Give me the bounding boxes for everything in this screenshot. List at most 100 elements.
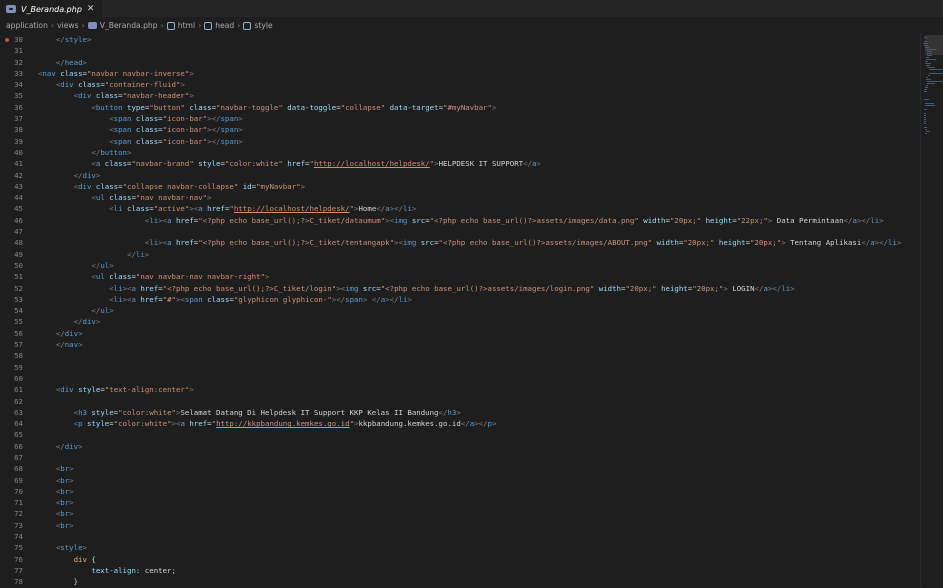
code-token: span — [113, 125, 132, 135]
code-line[interactable]: 73 <br> — [0, 520, 921, 531]
code-token: href — [207, 204, 225, 214]
code-line[interactable]: 65 — [0, 429, 921, 440]
code-line[interactable]: 56 </div> — [0, 328, 921, 339]
code-line[interactable]: 41 <a class="navbar-brand" style="color:… — [0, 158, 921, 169]
minimap-line — [924, 117, 927, 118]
code-line[interactable]: 44 <ul class="nav navbar-nav"> — [0, 192, 921, 203]
code-line[interactable]: 76 div { — [0, 554, 921, 565]
code-token: "navbar-toggle" — [216, 102, 283, 112]
code-line[interactable]: 57 </nav> — [0, 339, 921, 350]
code-token: data-target — [389, 102, 439, 112]
code-line[interactable]: 78 } — [0, 576, 921, 587]
code-line[interactable]: 36 <button type="button" class="navbar-t… — [0, 102, 921, 113]
code-line[interactable]: 40 </button> — [0, 147, 921, 158]
code-line[interactable]: 70 <br> — [0, 486, 921, 497]
breadcrumb-item-head[interactable]: head — [215, 21, 234, 30]
code-line[interactable]: 61 <div style="text-align:center"> — [0, 384, 921, 395]
code-token: class — [109, 272, 132, 282]
code-token: button — [95, 102, 123, 112]
line-number: 52 — [14, 283, 23, 293]
minimap-line — [924, 99, 929, 100]
code-token: >< — [158, 238, 168, 248]
code-line[interactable]: 59 — [0, 362, 921, 373]
minimap-line — [926, 79, 932, 80]
minimap-line — [925, 129, 928, 130]
code-token: >< — [158, 215, 168, 225]
code-token: src — [420, 238, 435, 248]
code-line[interactable]: 35 <div class="navbar-header"> — [0, 90, 921, 101]
minimap-line — [926, 85, 929, 86]
minimap-line — [924, 123, 927, 124]
tab-bar: V_Beranda.php ✕ — [0, 0, 943, 18]
breadcrumb-item-views[interactable]: views — [57, 21, 78, 30]
code-line[interactable]: 32 </head> — [0, 57, 921, 68]
code-line[interactable]: 37 <span class="icon-bar"></span> — [0, 113, 921, 124]
code-token: "20px;" — [750, 238, 782, 248]
code-line[interactable]: 50 </ul> — [0, 260, 921, 271]
breadcrumb-item-application[interactable]: application — [6, 21, 48, 30]
code-line[interactable]: 43 <div class="collapse navbar-collapse"… — [0, 181, 921, 192]
code-token: class — [95, 91, 119, 101]
line-code: text-align: center; — [38, 565, 921, 576]
code-line[interactable]: 67 — [0, 452, 921, 463]
code-line[interactable]: 49 </li> — [0, 249, 921, 260]
code-token: > — [144, 249, 150, 259]
code-token: { — [86, 554, 96, 564]
code-token: > — [82, 543, 87, 553]
code-token: > — [109, 306, 114, 316]
code-line[interactable]: 48 <li><a href="<?php echo base_url();?>… — [0, 237, 921, 248]
code-line[interactable]: 45 <li class="active"><a href="http://lo… — [0, 203, 921, 214]
code-token: div — [82, 317, 96, 327]
code-line[interactable]: 51 <ul class="nav navbar-nav navbar-righ… — [0, 271, 921, 282]
code-line[interactable]: 52 <li><a href="<?php echo base_url();?>… — [0, 283, 921, 294]
code-line[interactable]: 72 <br> — [0, 508, 921, 519]
html-tag-icon — [243, 21, 252, 30]
code-line[interactable]: 75 <style> — [0, 542, 921, 553]
code-line[interactable]: 54 </ul> — [0, 305, 921, 316]
code-line[interactable]: 39 <span class="icon-bar"></span> — [0, 136, 921, 147]
code-line[interactable]: 30 </style> — [0, 34, 921, 45]
code-line[interactable]: 64 <p style="color:white"><a href="http:… — [0, 418, 921, 429]
code-line[interactable]: 69 <br> — [0, 475, 921, 486]
breadcrumb-item-style[interactable]: style — [254, 21, 272, 30]
code-line[interactable]: 71 <br> — [0, 497, 921, 508]
code-editor[interactable]: 30 </style> 31 32 </head> 33 <nav class="nav… — [0, 33, 943, 586]
code-line[interactable]: 66 </div> — [0, 441, 921, 452]
code-token: h3 — [78, 407, 87, 417]
code-line[interactable]: 33 <nav class="navbar navbar-inverse"> — [0, 68, 921, 79]
minimap-line — [929, 73, 943, 74]
code-line[interactable]: 74 — [0, 531, 921, 542]
code-line[interactable]: 38 <span class="icon-bar"></span> — [0, 124, 921, 135]
code-token: text-align — [91, 565, 136, 575]
code-line[interactable]: 46 <li><a href="<?php echo base_url();?>… — [0, 215, 921, 226]
code-token: "color:white" — [224, 159, 283, 169]
breadcrumb-item-html[interactable]: html — [178, 21, 195, 30]
code-line[interactable]: 68 <br> — [0, 463, 921, 474]
close-icon[interactable]: ✕ — [87, 4, 95, 14]
code-token: "navbar-header" — [122, 91, 190, 101]
chevron-right-icon: › — [237, 21, 241, 30]
code-line[interactable]: 34 <div class="container-fluid"> — [0, 79, 921, 90]
line-code: <li><a href="<?php echo base_url();?>C_t… — [38, 237, 921, 248]
code-token: ></ — [767, 283, 782, 293]
breadcrumb-item-file[interactable]: V_Beranda.php — [100, 21, 158, 30]
tab-v-beranda[interactable]: V_Beranda.php ✕ — [0, 0, 103, 17]
code-line[interactable]: 77 text-align: center; — [0, 565, 921, 576]
minimap[interactable] — [920, 33, 943, 586]
code-token: > — [491, 419, 497, 429]
code-token: ul — [95, 193, 105, 203]
code-line[interactable]: 60 — [0, 373, 921, 384]
code-line[interactable]: 47 — [0, 226, 921, 237]
line-code: </div> — [38, 170, 921, 181]
code-lines[interactable]: 30 </style> 31 32 </head> 33 <nav class="nav… — [0, 34, 921, 588]
code-line[interactable]: 55 </div> — [0, 316, 921, 327]
code-line[interactable]: 63 <h3 style="color:white">Selamat Datan… — [0, 407, 921, 418]
code-line[interactable]: 53 <li><a href="#"><span class="glyphico… — [0, 294, 921, 305]
code-line[interactable]: 42 </div> — [0, 170, 921, 181]
code-line[interactable]: 62 — [0, 396, 921, 407]
code-line[interactable]: 31 — [0, 45, 921, 56]
code-line[interactable]: 58 — [0, 350, 921, 361]
line-number: 32 — [14, 57, 23, 67]
